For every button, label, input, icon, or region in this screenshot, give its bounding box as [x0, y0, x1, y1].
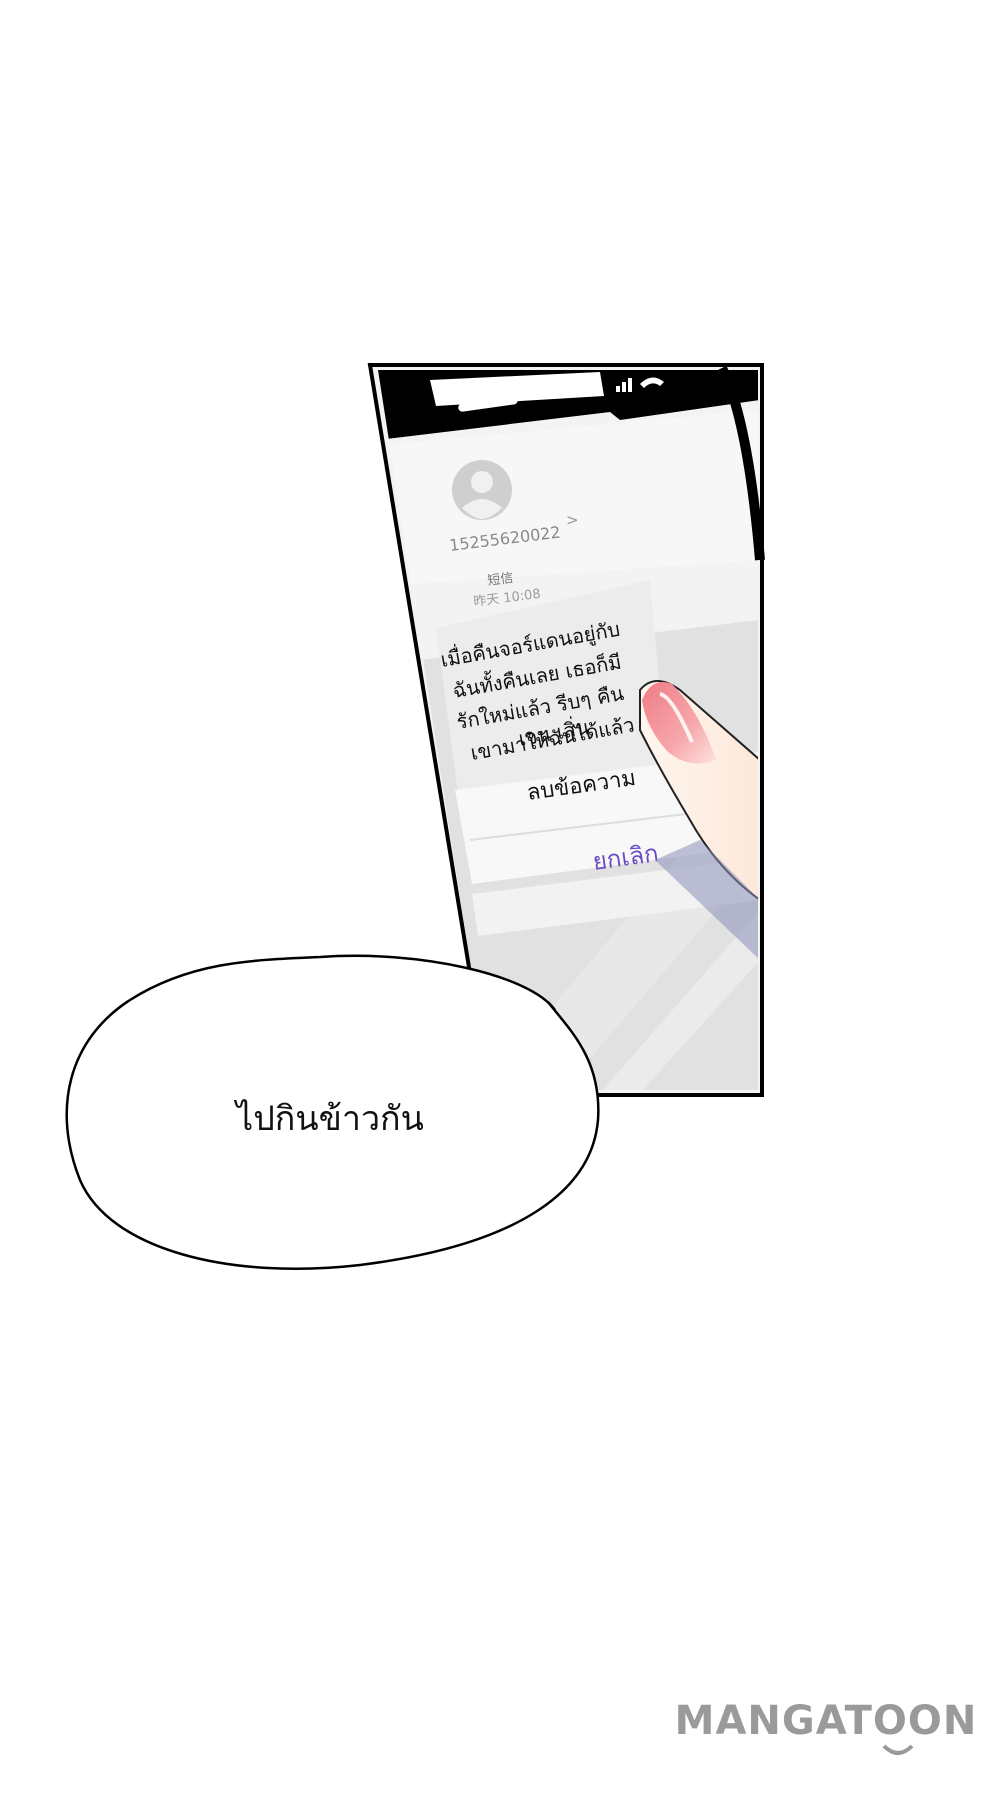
- thread-label: 短信: [487, 571, 515, 589]
- speech-text: ไปกินข้าวกัน: [233, 1099, 424, 1139]
- watermark-text: MANGATOON: [676, 1698, 976, 1744]
- watermark-logo: MANGATOON: [676, 1698, 976, 1755]
- watermark-smile: [882, 1744, 914, 1755]
- comic-panel: 15255620022 > 短信 昨天 10:08 ลบข้อความ ยกเล…: [65, 363, 765, 1271]
- front-camera: [532, 382, 544, 394]
- chevron-right-icon: >: [566, 511, 579, 529]
- speech-bubble: ไปกินข้าวกัน: [65, 954, 600, 1271]
- contact-avatar-icon: [452, 460, 512, 520]
